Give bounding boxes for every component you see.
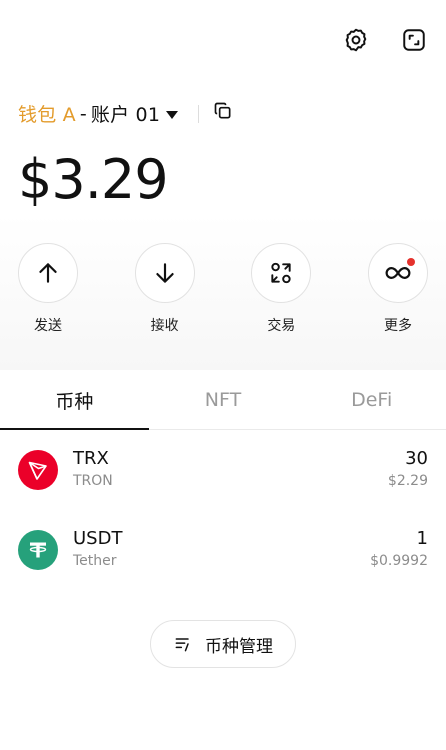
expand-window-icon <box>403 29 425 51</box>
send-button[interactable]: 发送 <box>17 243 79 335</box>
action-bar: 发送 接收 交易 更多 <box>0 243 446 335</box>
trx-logo <box>18 450 58 490</box>
top-bar <box>338 22 432 58</box>
settings-button[interactable] <box>338 22 374 58</box>
copy-icon <box>214 102 231 119</box>
tab-defi[interactable]: DeFi <box>297 371 446 429</box>
token-row-usdt[interactable]: USDT Tether 1 $0.9992 <box>0 520 446 580</box>
tether-icon <box>29 542 47 558</box>
caret-down-icon <box>166 110 179 119</box>
tab-nft[interactable]: NFT <box>149 371 298 429</box>
more-label: 更多 <box>383 318 412 334</box>
receive-circle <box>134 243 195 303</box>
manage-tokens-label: 币种管理 <box>205 636 273 657</box>
arrow-down-icon <box>155 263 174 283</box>
receive-label: 接收 <box>150 318 179 334</box>
list-filter-icon <box>175 638 189 652</box>
copy-address-button[interactable] <box>213 101 233 126</box>
account-name: 账户 01 <box>90 104 161 126</box>
token-full-name: TRON <box>73 473 113 489</box>
token-symbol: USDT <box>73 528 123 549</box>
more-button[interactable]: 更多 <box>367 243 429 335</box>
token-full-name: Tether <box>73 553 117 569</box>
wallet-name: 钱包 A <box>18 104 76 126</box>
wallet-selector[interactable]: 钱包 A - 账户 01 <box>18 100 233 127</box>
total-balance: $3.29 <box>18 148 169 211</box>
token-value: $0.9992 <box>370 553 428 569</box>
receive-button[interactable]: 接收 <box>134 243 196 335</box>
wallet-separator: - <box>79 102 87 125</box>
send-circle <box>18 243 78 303</box>
token-amount: 1 <box>416 528 428 549</box>
send-label: 发送 <box>34 318 62 334</box>
token-value: $2.29 <box>387 473 428 489</box>
token-amount: 30 <box>405 448 428 469</box>
asset-tabs: 币种 NFT DeFi <box>0 371 446 430</box>
arrow-up-icon <box>39 263 57 283</box>
swap-label: 交易 <box>267 318 296 334</box>
token-row-trx[interactable]: TRX TRON 30 $2.29 <box>0 440 446 500</box>
tab-tokens[interactable]: 币种 <box>0 371 149 430</box>
notification-dot <box>406 258 415 266</box>
divider <box>198 104 200 123</box>
usdt-logo <box>18 530 58 570</box>
token-symbol: TRX <box>73 448 109 469</box>
swap-circle <box>251 243 312 303</box>
settings-gear-icon <box>345 28 367 52</box>
swap-icon <box>271 262 291 284</box>
manage-tokens-button[interactable]: 币种管理 <box>150 620 296 668</box>
expand-button[interactable] <box>396 22 432 58</box>
swap-button[interactable]: 交易 <box>250 243 312 335</box>
more-circle <box>367 243 428 303</box>
tron-icon <box>28 461 47 480</box>
